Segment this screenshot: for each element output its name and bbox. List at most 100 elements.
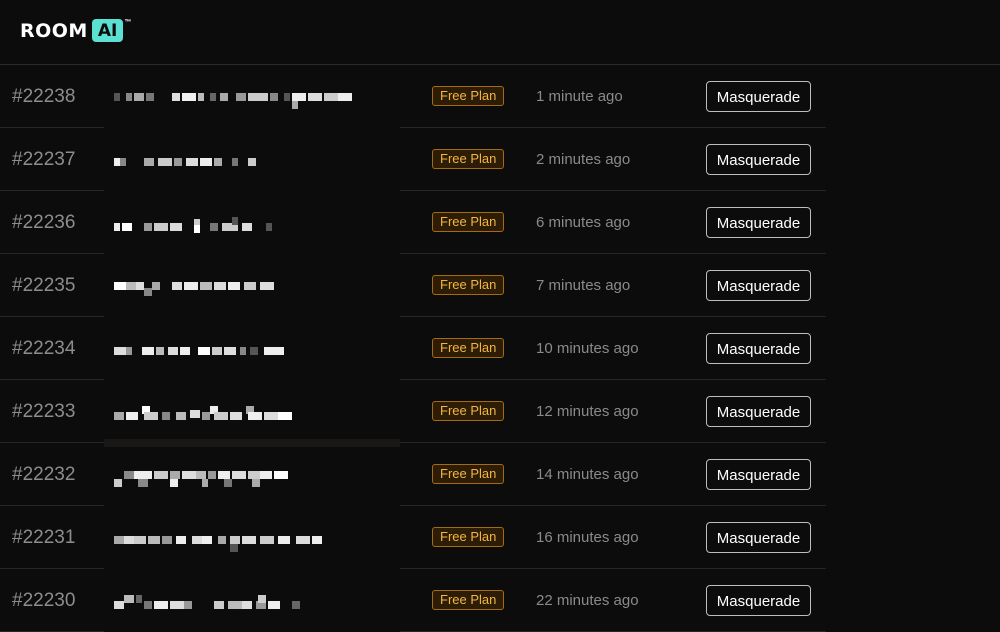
mosaic-pixel (190, 410, 200, 418)
mosaic-pixel (196, 471, 206, 479)
top-bar: ROOM AI ™ (0, 0, 1000, 65)
mosaic-pixel (252, 479, 260, 487)
table-row: #22238 Free Plan 1 minute ago Masquerade (0, 65, 826, 128)
mosaic-pixel (210, 223, 218, 231)
mosaic-pixel (154, 223, 168, 231)
mosaic-pixel (220, 93, 228, 101)
masquerade-button[interactable]: Masquerade (706, 585, 811, 616)
mosaic-pixel (154, 471, 168, 479)
mosaic-pixel (198, 347, 210, 355)
mosaic-pixel (228, 601, 242, 609)
table-row: #22235 Free Plan 7 minutes ago Masquerad… (0, 254, 826, 317)
logo-room-text: ROOM (20, 20, 88, 42)
mosaic-pixel (268, 601, 280, 609)
mosaic-pixel (248, 158, 256, 166)
masquerade-button[interactable]: Masquerade (706, 207, 811, 238)
mosaic-pixel (180, 347, 190, 355)
mosaic-pixel (126, 347, 132, 355)
user-id: #22238 (12, 86, 76, 107)
mosaic-pixel (338, 93, 352, 101)
redacted-email (104, 506, 400, 569)
redacted-email (104, 569, 400, 632)
masquerade-button[interactable]: Masquerade (706, 270, 811, 301)
mosaic-pixel (144, 223, 152, 231)
table-row: #22232 Free Plan 14 minutes ago Masquera… (0, 443, 826, 506)
plan-badge: Free Plan (432, 86, 505, 106)
mosaic-pixel (214, 282, 226, 290)
mosaic-pixel (218, 471, 230, 479)
mosaic-pixel (158, 158, 172, 166)
mosaic-pixel (224, 479, 232, 487)
mosaic-pixel (114, 412, 124, 420)
mosaic-pixel (200, 282, 212, 290)
mosaic-pixel (214, 601, 224, 609)
mosaic-pixel (260, 282, 274, 290)
mosaic-pixel (312, 536, 322, 544)
table-row: #22233 Free Plan 12 minutes ago Masquera… (0, 380, 826, 443)
mosaic-pixel (154, 601, 168, 609)
masquerade-button[interactable]: Masquerade (706, 522, 811, 553)
mosaic-pixel (250, 347, 258, 355)
mosaic-pixel (124, 471, 134, 479)
masquerade-button[interactable]: Masquerade (706, 81, 811, 112)
mosaic-pixel (230, 544, 238, 552)
user-id: #22233 (12, 401, 76, 422)
redacted-email (104, 443, 400, 506)
user-list: #22238 Free Plan 1 minute ago Masquerade… (0, 65, 826, 632)
masquerade-button[interactable]: Masquerade (706, 333, 811, 364)
redacted-email (104, 317, 400, 380)
mosaic-pixel (260, 471, 272, 479)
pixelated-email-mosaic (114, 152, 374, 174)
mosaic-pixel (170, 223, 182, 231)
user-id: #22232 (12, 464, 76, 485)
masquerade-button[interactable]: Masquerade (706, 459, 811, 490)
mosaic-pixel (278, 536, 290, 544)
mosaic-pixel (168, 347, 178, 355)
mosaic-pixel (134, 93, 144, 101)
mosaic-pixel (260, 536, 274, 544)
mosaic-pixel (202, 536, 212, 544)
pixelated-email-mosaic (114, 467, 374, 489)
mosaic-pixel (176, 412, 186, 420)
mosaic-pixel (292, 101, 298, 109)
mosaic-pixel (236, 93, 246, 101)
mosaic-pixel (210, 93, 216, 101)
mosaic-pixel (202, 412, 210, 420)
pixelated-email-mosaic (114, 89, 374, 111)
mosaic-pixel (186, 158, 198, 166)
mosaic-pixel (126, 282, 136, 290)
mosaic-pixel (136, 595, 142, 603)
mosaic-pixel (264, 347, 284, 355)
pixelated-email-mosaic (114, 215, 374, 237)
user-id: #22234 (12, 338, 76, 359)
mosaic-pixel (114, 601, 124, 609)
mosaic-pixel (134, 536, 146, 544)
plan-badge: Free Plan (432, 338, 505, 358)
mosaic-pixel (248, 471, 260, 479)
mosaic-pixel (152, 282, 160, 290)
mosaic-pixel (184, 282, 198, 290)
masquerade-button[interactable]: Masquerade (706, 144, 811, 175)
signup-time: 10 minutes ago (536, 340, 639, 357)
signup-time: 7 minutes ago (536, 277, 631, 294)
mosaic-pixel (114, 479, 122, 487)
mosaic-pixel (170, 479, 178, 487)
mosaic-pixel (162, 412, 170, 420)
signup-time: 16 minutes ago (536, 529, 639, 546)
mosaic-pixel (144, 601, 152, 609)
mosaic-pixel (324, 93, 338, 101)
mosaic-pixel (138, 479, 148, 487)
signup-time: 1 minute ago (536, 88, 623, 105)
mosaic-pixel (122, 223, 132, 231)
mosaic-pixel (242, 223, 252, 231)
mosaic-pixel (182, 471, 196, 479)
pixelated-email-mosaic (114, 341, 374, 363)
user-id: #22230 (12, 590, 76, 611)
masquerade-button[interactable]: Masquerade (706, 396, 811, 427)
mosaic-pixel (114, 282, 126, 290)
mosaic-pixel (214, 412, 228, 420)
plan-badge: Free Plan (432, 212, 505, 232)
mosaic-pixel (114, 223, 120, 231)
room-ai-logo[interactable]: ROOM AI ™ (20, 19, 131, 43)
plan-badge: Free Plan (432, 401, 505, 421)
